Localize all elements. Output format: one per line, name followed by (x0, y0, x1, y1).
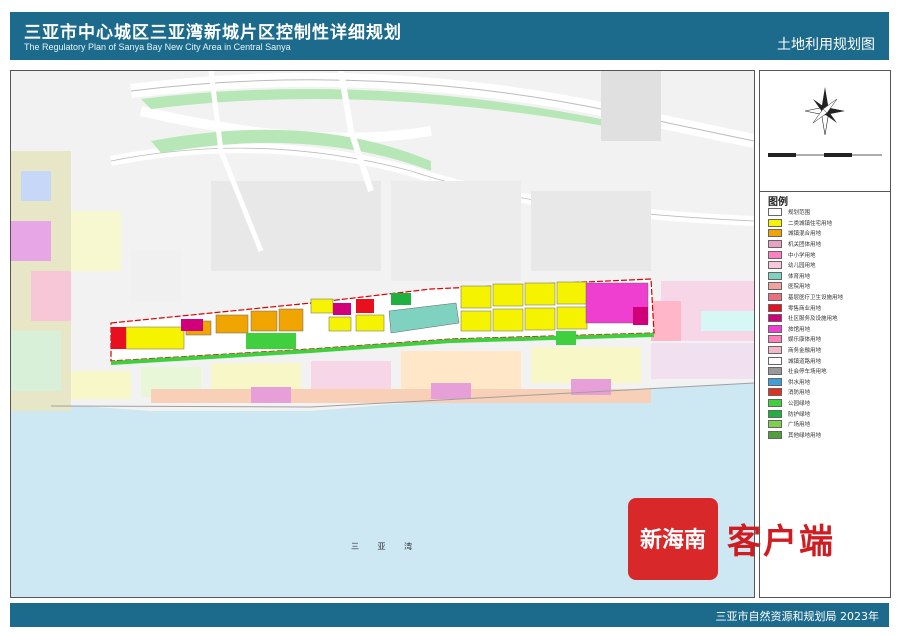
legend-item: 中小学用地 (768, 249, 886, 260)
legend-label: 中小学用地 (788, 252, 816, 259)
legend-swatch (768, 229, 782, 238)
legend-item: 商务金融用地 (768, 345, 886, 356)
legend-item: 供水用地 (768, 377, 886, 388)
legend-swatch (768, 208, 782, 217)
legend-label: 基层医疗卫生设施用地 (788, 295, 844, 302)
legend-swatch (768, 377, 782, 386)
legend-item: 医院用地 (768, 281, 886, 292)
legend-swatch (768, 388, 782, 397)
legend-list: 规划范围二类城镇住宅用地 城镇混合用地 机关团体用地 中小学用地幼儿园用地体育用地医院… (768, 207, 886, 440)
watermark-logo: 新海南 (628, 498, 718, 580)
watermark-text: 客户端 (727, 522, 835, 562)
legend-item: 规划范围 (768, 207, 886, 218)
legend-swatch (768, 282, 782, 291)
compass-area (760, 71, 890, 192)
legend-swatch (768, 324, 782, 333)
legend-label: 零售商业用地 (788, 305, 822, 312)
legend-label: 娱乐康体用地 (788, 337, 822, 344)
plan-title: 三亚市中心城区三亚湾新城片区控制性详细规划 (24, 23, 402, 43)
legend-label: 供水用地 (788, 379, 811, 386)
legend-swatch (768, 420, 782, 429)
footer-org: 三亚市自然资源和规划局 2023年 (715, 610, 880, 623)
legend-label: 规划范围 (788, 210, 811, 217)
legend-item: 社区服务及设施用地 (768, 313, 886, 324)
legend-item: 消防用地 (768, 387, 886, 398)
legend-label: 城镇道路用地 (788, 358, 822, 365)
legend-item: 基层医疗卫生设施用地 (768, 292, 886, 303)
map-type-label: 土地利用规划图 (777, 37, 875, 53)
legend-item: 广场用地 (768, 419, 886, 430)
legend-label: 公园绿地 (788, 400, 811, 407)
legend-item: 旅馆用地 (768, 324, 886, 335)
legend-swatch (768, 250, 782, 259)
compass-rose-icon (768, 87, 882, 157)
legend-item: 城镇混合用地 (768, 228, 886, 239)
legend-swatch (768, 303, 782, 312)
legend-swatch (768, 261, 782, 270)
legend-item: 体育用地 (768, 271, 886, 282)
legend-swatch (768, 398, 782, 407)
legend-item: 二类城镇住宅用地 (768, 218, 886, 229)
legend-swatch (768, 346, 782, 355)
legend-item: 防护绿地 (768, 408, 886, 419)
title-bar: 三亚市中心城区三亚湾新城片区控制性详细规划 The Regulatory Pla… (10, 12, 889, 60)
sea-label: 三 亚 湾 (351, 542, 421, 551)
legend-swatch (768, 430, 782, 439)
legend-item: 娱乐康体用地 (768, 334, 886, 345)
legend-label: 防护绿地 (788, 411, 811, 418)
legend-label: 商务金融用地 (788, 348, 822, 355)
legend-swatch (768, 240, 782, 249)
legend-label: 幼儿园用地 (788, 263, 816, 270)
legend-swatch (768, 271, 782, 280)
legend-label: 广场用地 (788, 422, 811, 429)
legend-swatch (768, 367, 782, 376)
plan-title-en: The Regulatory Plan of Sanya Bay New Cit… (24, 42, 291, 52)
legend-swatch (768, 409, 782, 418)
legend-item: 社会停车场用地 (768, 366, 886, 377)
legend-label: 旅馆用地 (788, 326, 811, 333)
legend-swatch (768, 293, 782, 302)
legend-item: 机关团体用地 (768, 239, 886, 250)
legend-label: 其他绿地用地 (788, 432, 822, 439)
legend-label: 二类城镇住宅用地 (788, 220, 833, 227)
legend-swatch (768, 335, 782, 344)
legend-item: 零售商业用地 (768, 302, 886, 313)
legend-title: 图例 (768, 197, 788, 208)
legend-label: 社区服务及设施用地 (788, 316, 838, 323)
legend-label: 医院用地 (788, 284, 811, 291)
legend-item: 城镇道路用地 (768, 355, 886, 366)
legend-label: 城镇混合用地 (788, 231, 822, 238)
footer-bar: 三亚市自然资源和规划局 2023年 (10, 603, 889, 627)
legend-item: 其他绿地用地 (768, 429, 886, 440)
legend-swatch (768, 218, 782, 227)
legend-swatch (768, 356, 782, 365)
legend-label: 消防用地 (788, 390, 811, 397)
legend-label: 机关团体用地 (788, 242, 822, 249)
legend-item: 公园绿地 (768, 398, 886, 409)
legend-item: 幼儿园用地 (768, 260, 886, 271)
legend-label: 体育用地 (788, 273, 811, 280)
legend-swatch (768, 314, 782, 323)
watermark-logo-text: 新海南 (639, 527, 706, 553)
legend-label: 社会停车场用地 (788, 369, 827, 376)
